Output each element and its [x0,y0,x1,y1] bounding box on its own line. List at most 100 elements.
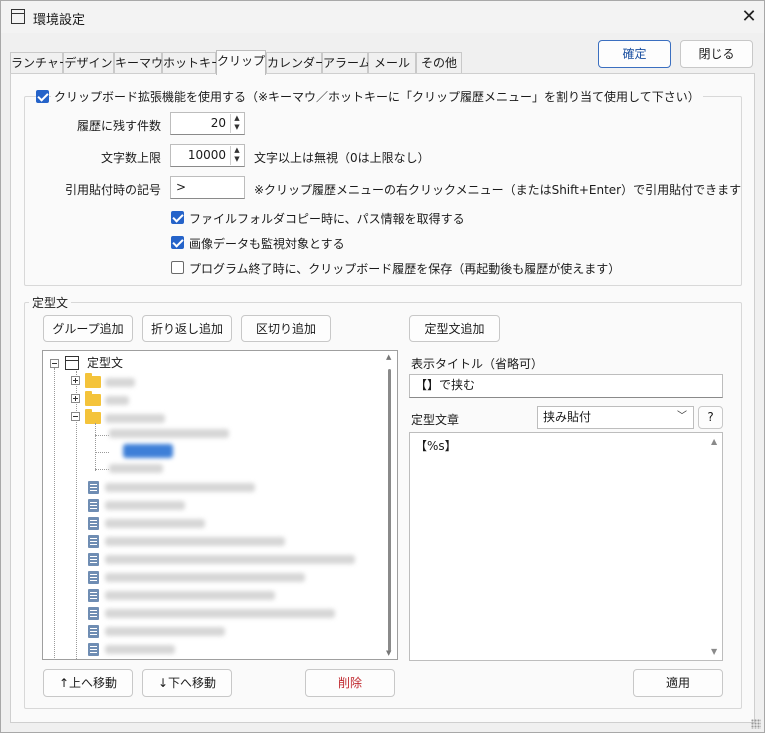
list-item[interactable] [105,396,129,405]
list-item[interactable] [105,645,175,654]
expand-icon[interactable] [71,376,80,385]
history-count-value: 20 [210,116,226,130]
display-title-input[interactable]: 【】で挟む [409,374,723,398]
list-item[interactable] [105,519,205,528]
delete-button[interactable]: 削除 [305,669,395,697]
document-icon [88,499,99,512]
tree-guide [95,469,109,470]
history-count-spin[interactable]: ▲ ▼ [230,114,243,133]
root-collapse-icon[interactable] [50,359,59,368]
document-icon [88,607,99,620]
list-item[interactable] [105,627,225,636]
path-info-label: ファイルフォルダコピー時に、パス情報を取得する [189,212,465,226]
list-item[interactable] [105,414,165,423]
history-count-stepper[interactable]: 20 ▲ ▼ [170,112,245,135]
expand-icon[interactable] [71,394,80,403]
list-item[interactable] [105,501,185,510]
tree-guide [95,435,109,436]
quote-symbol-input[interactable]: > [170,176,245,199]
history-count-label: 履歴に残す件数 [76,119,161,133]
document-icon [88,589,99,602]
scroll-up-icon[interactable]: ▲ [386,353,391,361]
move-down-button[interactable]: ↓下へ移動 [142,669,232,697]
save-history-checkbox[interactable] [171,261,184,274]
tab-hotkey[interactable]: ホットキー [162,52,223,74]
template-text-editor[interactable]: 【%s】 ▲ ▼ [409,432,723,661]
chevron-down-icon: ﹀ [677,411,687,422]
tab-design[interactable]: デザイン [63,52,114,74]
document-icon [88,571,99,584]
add-template-button[interactable]: 定型文追加 [409,315,500,342]
folder-icon [85,373,101,388]
tree-scrollbar[interactable]: ▲ ▼ [383,351,397,659]
display-title-label: 表示タイトル（省略可） [411,357,544,371]
apply-button[interactable]: 適用 [633,669,723,697]
collapse-icon[interactable] [71,412,80,421]
add-separator-button[interactable]: 区切り追加 [241,315,331,342]
quote-symbol-note: ※クリップ履歴メニューの右クリックメニュー（またはShift+Enter）で引用… [254,183,742,197]
template-group-label: 定型文 [29,294,72,311]
scroll-down-icon[interactable]: ▼ [711,647,717,656]
template-root-icon [65,356,79,370]
list-item[interactable] [105,609,335,618]
max-chars-stepper[interactable]: 10000 ▲ ▼ [170,144,245,167]
list-item[interactable] [109,464,163,473]
editor-scrollbar[interactable]: ▲ ▼ [708,433,722,660]
max-chars-label: 文字数上限 [100,151,161,165]
template-text-label: 定型文章 [411,413,460,427]
template-text-value: 【%s】 [415,439,457,453]
document-icon [88,553,99,566]
tab-clip[interactable]: クリップ [216,50,266,75]
document-icon [88,517,99,530]
tree-guide [95,423,96,471]
document-icon [88,481,99,494]
list-item[interactable] [105,378,135,387]
paste-mode-select[interactable]: 挟み貼付 ﹀ [537,406,694,429]
document-icon [88,625,99,638]
max-chars-note: 文字以上は無視（0は上限なし） [254,151,430,165]
tab-other[interactable]: その他 [416,52,462,74]
add-wrap-button[interactable]: 折り返し追加 [142,315,232,342]
tab-launcher[interactable]: ランチャー [10,52,71,74]
close-button[interactable]: 閉じる [680,40,753,68]
scroll-thumb[interactable] [388,369,391,651]
list-item[interactable] [105,537,285,546]
scroll-up-icon[interactable]: ▲ [711,437,717,446]
path-info-checkbox[interactable] [171,211,184,224]
tab-calendar[interactable]: カレンダー [266,52,327,74]
tree-guide [95,452,109,453]
document-icon [88,643,99,656]
tab-mail[interactable]: メール [368,52,416,74]
image-watch-checkbox[interactable] [171,236,184,249]
tree-guide [54,368,55,658]
folder-icon [85,409,101,424]
quote-symbol-label: 引用貼付時の記号 [64,183,161,197]
close-window-icon[interactable]: ✕ [736,5,762,29]
list-item[interactable] [105,573,305,582]
list-item[interactable] [105,483,255,492]
image-watch-label: 画像データも監視対象とする [189,237,345,251]
help-button[interactable]: ? [698,406,723,429]
template-tree[interactable]: 定型文 ▲ ▼ [42,350,398,660]
scroll-down-icon[interactable]: ▼ [386,649,391,657]
save-history-label: プログラム終了時に、クリップボード履歴を保存（再起動後も履歴が使えます） [189,262,621,276]
title-bar: 環境設定 ✕ [1,1,764,33]
add-group-button[interactable]: グループ追加 [43,315,133,342]
folder-icon [85,391,101,406]
ok-button[interactable]: 確定 [598,40,671,68]
enable-clipboard-checkbox[interactable] [36,90,49,103]
list-item[interactable] [105,591,275,600]
selected-list-item[interactable] [123,444,173,458]
settings-window: 環境設定 ✕ 確定 閉じる ランチャー デザイン キーマウ ホットキー クリップ… [0,0,765,733]
tab-alarm[interactable]: アラーム [322,52,371,74]
list-item[interactable] [109,429,229,438]
list-item[interactable] [105,555,355,564]
max-chars-spin[interactable]: ▲ ▼ [230,146,243,165]
paste-mode-value: 挟み貼付 [543,410,592,424]
tab-keymouse[interactable]: キーマウ [114,52,163,74]
resize-grip-icon[interactable] [751,719,761,729]
tree-root-label[interactable]: 定型文 [87,354,123,371]
move-up-button[interactable]: ↑上へ移動 [43,669,133,697]
window-title: 環境設定 [33,13,86,28]
enable-clipboard-label: クリップボード拡張機能を使用する（※キーマウ／ホットキーに「クリップ履歴メニュー… [51,88,703,105]
